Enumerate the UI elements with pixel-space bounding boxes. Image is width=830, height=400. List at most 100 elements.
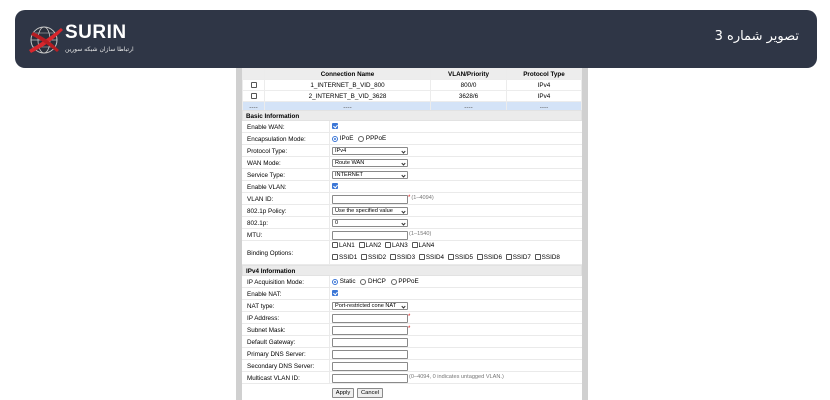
lan1-label: LAN1 — [339, 242, 355, 249]
basic-information-heading: Basic Information — [242, 110, 582, 121]
ssid3-checkbox[interactable] — [389, 254, 396, 261]
ip-address-input[interactable] — [332, 314, 408, 323]
table-header-row: Connection Name VLAN/Priority Protocol T… — [242, 68, 582, 80]
default-gateway-row: Default Gateway: — [242, 336, 582, 348]
apply-button[interactable]: Apply — [332, 388, 354, 398]
service-type-row: Service Type: INTERNET — [242, 169, 582, 181]
dhcp-radio[interactable] — [360, 278, 367, 285]
mtu-input[interactable] — [332, 231, 408, 240]
pppoe-label: PPPoE — [365, 135, 387, 142]
vlan-id-label: VLAN ID: — [247, 196, 274, 203]
multicast-vlan-input[interactable] — [332, 374, 408, 383]
enable-nat-checkbox[interactable] — [332, 290, 338, 297]
table-row[interactable]: 1_INTERNET_B_VID_800 800/0 IPv4 — [242, 79, 582, 91]
lan3-checkbox[interactable] — [385, 242, 392, 249]
protocol-type-header: Protocol Type — [506, 68, 582, 80]
default-gateway-input[interactable] — [332, 338, 408, 347]
row-select-checkbox[interactable] — [242, 79, 265, 91]
mtu-row: MTU: (1–1540) — [242, 229, 582, 241]
vlan-id-row: VLAN ID: *(1–4094) — [242, 193, 582, 205]
mtu-label: MTU: — [247, 232, 263, 239]
ssid1-checkbox[interactable] — [332, 254, 338, 261]
default-gateway-label: Default Gateway: — [247, 339, 296, 346]
ssid4-label: SSID4 — [425, 254, 445, 261]
primary-dns-input[interactable] — [332, 350, 408, 359]
connection-name-cell: 2_INTERNET_B_VID_3628 — [264, 90, 431, 102]
enable-wan-row: Enable WAN: — [242, 121, 582, 133]
enable-nat-row: Enable NAT: — [242, 288, 582, 300]
ssid6-checkbox[interactable] — [476, 254, 483, 261]
lan1-checkbox[interactable] — [332, 242, 338, 249]
ip-acquisition-row: IP Acquisition Mode: Static DHCP PPPoE — [242, 276, 582, 288]
vlan-priority-cell: 800/0 — [430, 79, 507, 91]
lan2-checkbox[interactable] — [358, 242, 365, 249]
image-caption: تصویر شماره 3 — [714, 29, 799, 44]
cancel-button[interactable]: Cancel — [357, 388, 383, 398]
primary-dns-row: Primary DNS Server: — [242, 348, 582, 360]
encapsulation-label: Encapsulation Mode: — [247, 136, 306, 143]
service-type-select[interactable]: INTERNET — [332, 171, 408, 179]
connection-name-cell: 1_INTERNET_B_VID_800 — [264, 79, 431, 91]
ssid5-label: SSID5 — [454, 254, 474, 261]
mtu-hint: (1–1540) — [409, 231, 432, 237]
ssid7-checkbox[interactable] — [505, 254, 512, 261]
table-row[interactable]: 2_INTERNET_B_VID_3628 3628/6 IPv4 — [242, 90, 582, 102]
globe-icon — [29, 26, 63, 54]
priority-select[interactable]: 0 — [332, 219, 408, 227]
policy-row: 802.1p Policy: Use the specified value — [242, 205, 582, 217]
protocol-type-cell: IPv4 — [506, 79, 582, 91]
pppoe-acq-label: PPPoE — [398, 278, 419, 285]
priority-row: 802.1p: 0 — [242, 217, 582, 229]
ssid8-label: SSID8 — [541, 254, 560, 261]
ipv4-information-heading: IPv4 Information — [242, 265, 582, 276]
ip-address-row: IP Address: * — [242, 312, 582, 324]
ssid2-checkbox[interactable] — [360, 254, 367, 261]
ssid3-label: SSID3 — [396, 254, 416, 261]
subnet-mask-row: Subnet Mask: * — [242, 324, 582, 336]
policy-select[interactable]: Use the specified value — [332, 207, 408, 215]
nat-type-select[interactable]: Port-restricted cone NAT — [332, 302, 408, 310]
required-mark: * — [408, 195, 411, 201]
ssid8-checkbox[interactable] — [534, 254, 541, 261]
ipoe-radio[interactable] — [332, 135, 338, 142]
nat-type-row: NAT type: Port-restricted cone NAT — [242, 300, 582, 312]
vlan-id-input[interactable] — [332, 195, 408, 204]
ssid7-label: SSID7 — [512, 254, 531, 261]
subnet-mask-input[interactable] — [332, 326, 408, 335]
wan-mode-label: WAN Mode: — [247, 160, 281, 167]
enable-vlan-checkbox[interactable] — [332, 183, 338, 190]
enable-wan-checkbox[interactable] — [332, 123, 338, 130]
required-mark: * — [408, 326, 411, 332]
connection-table: Connection Name VLAN/Priority Protocol T… — [242, 68, 582, 113]
router-config-frame: Connection Name VLAN/Priority Protocol T… — [236, 68, 588, 400]
row-select-checkbox[interactable] — [242, 90, 265, 102]
pppoe-acq-radio[interactable] — [390, 278, 397, 285]
vlan-priority-header: VLAN/Priority — [430, 68, 507, 80]
vlan-id-hint: (1–4094) — [411, 195, 434, 201]
connection-name-header: Connection Name — [264, 68, 431, 80]
protocol-type-cell: IPv4 — [506, 90, 582, 102]
protocol-type-row: Protocol Type: IPv4 — [242, 145, 582, 157]
policy-label: 802.1p Policy: — [247, 208, 287, 215]
lan-binding-line: LAN1 LAN2 LAN3 LAN4 — [332, 242, 582, 254]
protocol-type-select[interactable]: IPv4 — [332, 147, 408, 155]
ip-address-label: IP Address: — [247, 315, 280, 322]
primary-dns-label: Primary DNS Server: — [247, 351, 306, 358]
wan-mode-select[interactable]: Route WAN — [332, 159, 408, 167]
enable-vlan-row: Enable VLAN: — [242, 181, 582, 193]
multicast-vlan-label: Multicast VLAN ID: — [247, 375, 300, 382]
pppoe-radio[interactable] — [358, 135, 365, 142]
ssid4-checkbox[interactable] — [418, 254, 425, 261]
enable-nat-label: Enable NAT: — [247, 291, 282, 298]
enable-wan-label: Enable WAN: — [247, 124, 285, 131]
ip-acquisition-label: IP Acquisition Mode: — [247, 279, 304, 286]
ssid5-checkbox[interactable] — [447, 254, 454, 261]
ssid2-label: SSID2 — [367, 254, 387, 261]
lan4-checkbox[interactable] — [411, 242, 418, 249]
secondary-dns-input[interactable] — [332, 362, 408, 371]
lan2-label: LAN2 — [365, 242, 382, 249]
binding-options-label: Binding Options: — [247, 250, 294, 257]
encapsulation-row: Encapsulation Mode: IPoE PPPoE — [242, 133, 582, 145]
protocol-type-label: Protocol Type: — [247, 148, 288, 155]
static-radio[interactable] — [332, 278, 338, 285]
